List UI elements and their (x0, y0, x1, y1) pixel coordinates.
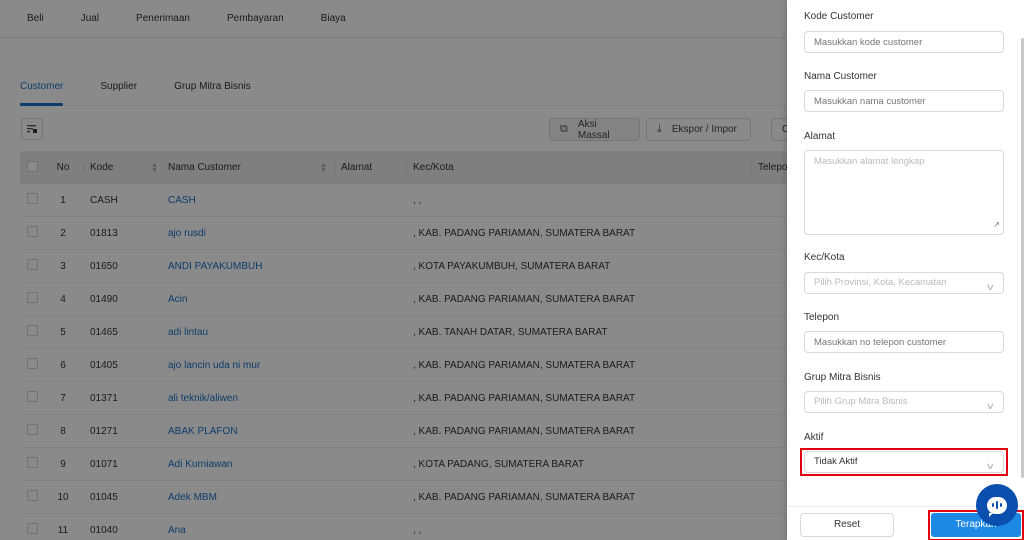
resize-handle-icon[interactable]: ↗ (993, 218, 1000, 232)
grup-mitra-select[interactable]: Pilih Grup Mitra Bisnis ∨ (804, 391, 1004, 413)
chevron-down-icon: ∨ (985, 461, 996, 471)
alamat-label: Alamat (804, 131, 836, 142)
telepon-label: Telepon (804, 312, 840, 323)
grup-mitra-placeholder: Pilih Grup Mitra Bisnis (814, 396, 908, 407)
chat-support-button[interactable] (976, 484, 1018, 526)
kec-kota-placeholder: Pilih Provinsi, Kota, Kecamatan (814, 277, 947, 288)
reset-button[interactable]: Reset (800, 513, 894, 537)
chat-icon (987, 496, 1007, 517)
chevron-down-icon: ∨ (985, 282, 996, 292)
chevron-down-icon: ∨ (985, 401, 996, 411)
kode-customer-label: Kode Customer (804, 11, 874, 22)
telepon-input[interactable] (804, 331, 1004, 353)
aktif-value: Tidak Aktif (814, 456, 858, 467)
filter-drawer: Kode Customer Nama Customer Alamat Masuk… (787, 0, 1024, 540)
kode-customer-input[interactable] (804, 31, 1004, 53)
aktif-select[interactable]: Tidak Aktif ∨ (804, 451, 1004, 473)
alamat-placeholder: Masukkan alamat lengkap (814, 156, 925, 167)
nama-customer-label: Nama Customer (804, 71, 877, 82)
aktif-label: Aktif (804, 432, 824, 443)
alamat-textarea[interactable]: Masukkan alamat lengkap ↗ (804, 150, 1004, 235)
kec-kota-label: Kec/Kota (804, 252, 845, 263)
modal-overlay[interactable] (0, 0, 787, 540)
kec-kota-select[interactable]: Pilih Provinsi, Kota, Kecamatan ∨ (804, 272, 1004, 294)
nama-customer-input[interactable] (804, 90, 1004, 112)
grup-mitra-label: Grup Mitra Bisnis (804, 372, 881, 383)
filter-form: Kode Customer Nama Customer Alamat Masuk… (787, 0, 1024, 506)
